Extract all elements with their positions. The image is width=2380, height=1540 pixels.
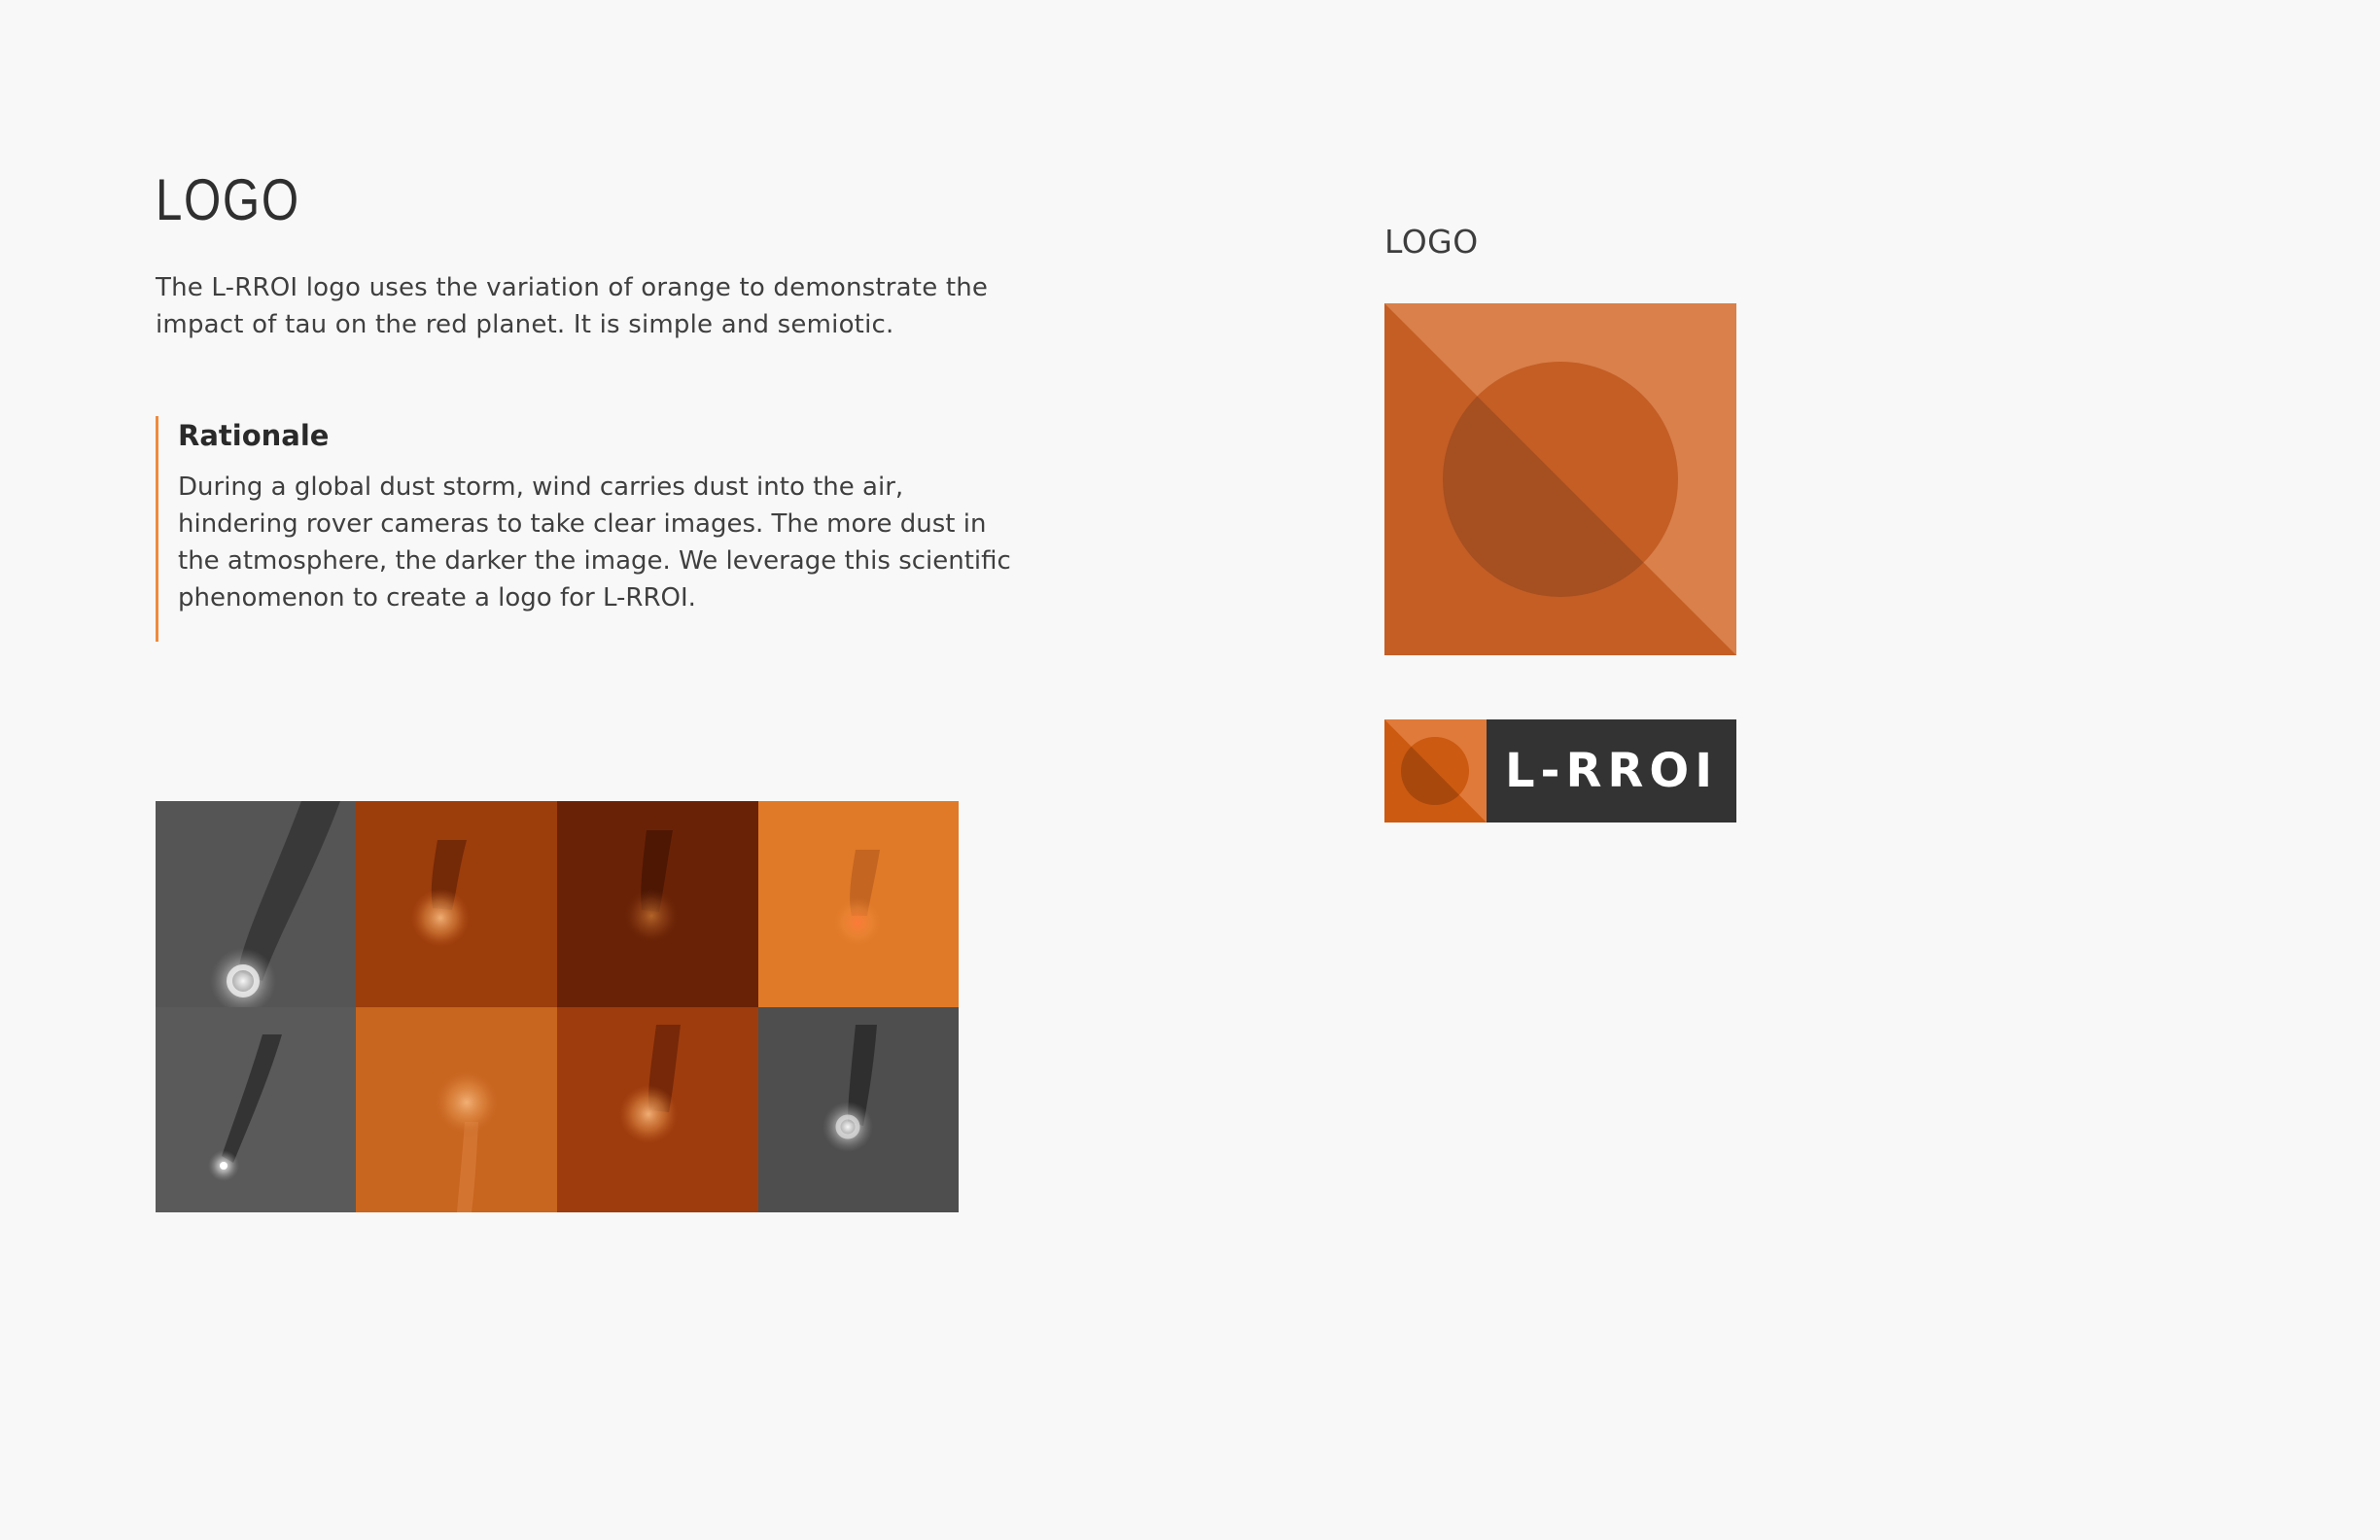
dust-devil-tile-7 — [557, 1007, 758, 1212]
dust-devil-tile-1 — [156, 801, 356, 1014]
logo-section: LOGO The L-RROI logo uses the variation … — [156, 165, 1011, 642]
dust-devil-tile-6 — [356, 1007, 557, 1212]
logo-label: LOGO — [1384, 223, 1479, 261]
rationale-callout: Rationale During a global dust storm, wi… — [156, 416, 1011, 642]
lockup-wordmark: L-RROI — [1487, 719, 1736, 822]
dust-devil-image-grid — [156, 801, 959, 1212]
lockup-mark — [1384, 719, 1487, 822]
dust-devil-tile-4 — [758, 801, 959, 1007]
rationale-text: During a global dust storm, wind carries… — [178, 472, 1011, 612]
logo-mark — [1384, 303, 1736, 655]
page-title: LOGO — [156, 167, 300, 232]
dust-devil-tile-2 — [356, 801, 557, 1007]
intro-paragraph: The L-RROI logo uses the variation of or… — [156, 273, 989, 339]
dust-devil-tile-8 — [758, 1007, 959, 1212]
rationale-title: Rationale — [178, 419, 330, 452]
dust-devil-tile-5 — [156, 1007, 356, 1212]
dust-devil-tile-3 — [557, 801, 758, 1007]
logo-panel: LOGO L-RROI — [1384, 218, 1773, 822]
logo-lockup: L-RROI — [1384, 719, 1736, 822]
